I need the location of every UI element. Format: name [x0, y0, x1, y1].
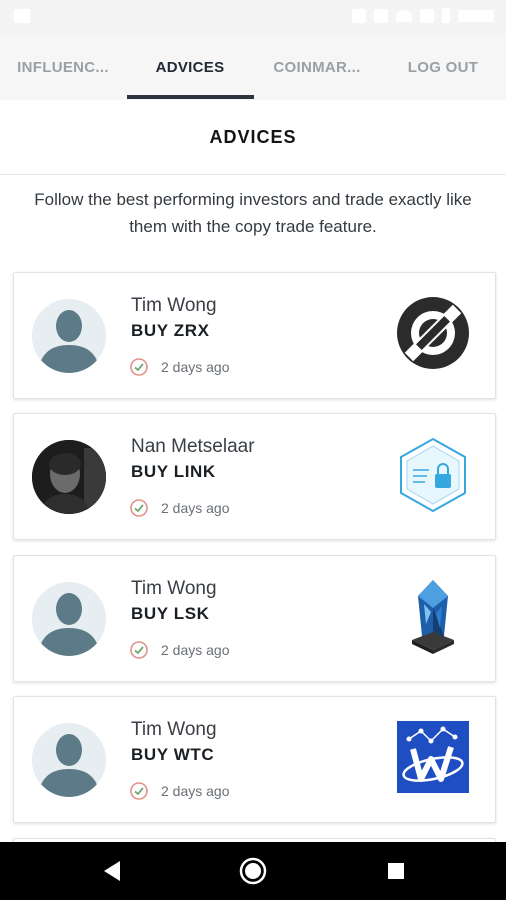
walton-icon	[397, 721, 469, 793]
advice-card[interactable]: Tim Wong BUY ZRX 2 days ago	[13, 272, 496, 399]
time-row: 2 days ago	[129, 498, 230, 518]
clock-check-icon	[130, 641, 148, 659]
time-row: 2 days ago	[129, 357, 230, 377]
time-row: 2 days ago	[129, 640, 230, 660]
status-icons	[352, 8, 494, 23]
active-tab-indicator	[127, 95, 254, 99]
home-button[interactable]	[223, 842, 283, 900]
advice-card[interactable]: Tim Wong BUY WTC 2 days ago	[13, 696, 496, 823]
coin-logo	[393, 293, 473, 373]
default-avatar-icon	[32, 582, 106, 656]
advice-time: 2 days ago	[161, 500, 230, 516]
tab-advices[interactable]: ADVICES	[127, 34, 253, 100]
avatar	[32, 582, 106, 656]
notification-icon	[14, 9, 30, 23]
advice-action: BUY WTC	[131, 745, 215, 764]
chainlink-icon	[400, 437, 466, 512]
recents-button[interactable]	[366, 842, 426, 900]
clock-check-icon	[130, 358, 148, 376]
advice-time: 2 days ago	[161, 359, 230, 375]
signal-icon	[420, 8, 434, 23]
influencer-name: Tim Wong	[131, 719, 217, 740]
default-avatar-icon	[32, 723, 106, 797]
cast-icon	[352, 8, 366, 23]
back-triangle-icon	[104, 861, 120, 881]
influencer-name: Tim Wong	[131, 578, 217, 599]
clock-check-icon	[130, 499, 148, 517]
coin-logo	[393, 717, 473, 797]
lisk-icon	[412, 580, 454, 654]
advice-card[interactable]: Tim Wong BUY LSK 2 days ago	[13, 555, 496, 682]
0x-zrx-icon	[397, 297, 469, 369]
default-avatar-icon	[32, 299, 106, 373]
wifi-icon	[396, 9, 412, 22]
avatar	[32, 723, 106, 797]
advice-time: 2 days ago	[161, 783, 230, 799]
coin-logo	[393, 576, 473, 656]
avatar	[32, 440, 106, 514]
influencer-name: Tim Wong	[131, 295, 217, 316]
battery-icon	[442, 8, 450, 23]
intro-text: Follow the best performing investors and…	[34, 190, 472, 236]
advice-card[interactable]: Nan Metselaar BUY LINK 2 days ago	[13, 413, 496, 540]
clock-check-icon	[130, 782, 148, 800]
advice-action: BUY LINK	[131, 462, 216, 481]
coin-logo	[393, 434, 473, 514]
navigation-bar	[0, 842, 506, 900]
tab-influencers[interactable]: INFLUENC...	[0, 34, 126, 100]
advice-action: BUY ZRX	[131, 321, 210, 340]
tab-coinmarket[interactable]: COINMAR...	[254, 34, 380, 100]
profile-photo	[32, 440, 106, 514]
advice-time: 2 days ago	[161, 642, 230, 658]
tab-log-out[interactable]: LOG OUT	[380, 34, 506, 100]
back-button[interactable]	[82, 842, 142, 900]
vibrate-icon	[374, 8, 388, 23]
avatar	[32, 299, 106, 373]
recents-square-icon	[388, 863, 404, 879]
advice-action: BUY LSK	[131, 604, 210, 623]
status-bar	[0, 0, 506, 34]
home-circle-icon	[239, 857, 267, 885]
tab-bar: INFLUENC... ADVICES COINMAR... LOG OUT	[0, 34, 506, 101]
clock-text	[458, 9, 494, 22]
influencer-name: Nan Metselaar	[131, 436, 255, 457]
time-row: 2 days ago	[129, 781, 230, 801]
page-title: ADVICES	[0, 100, 506, 175]
